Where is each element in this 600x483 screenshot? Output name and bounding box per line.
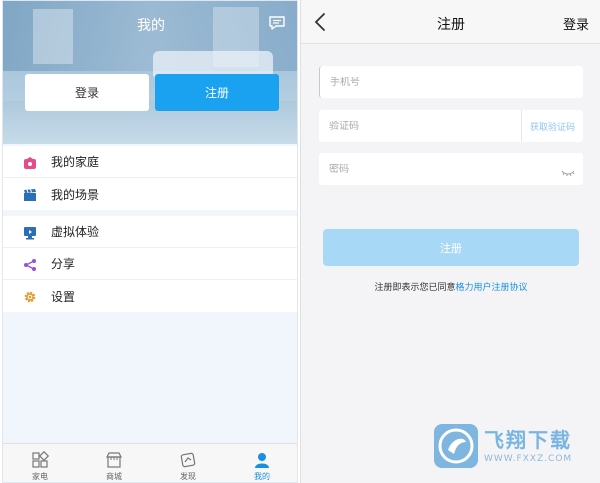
page-title: 我的: [137, 18, 165, 34]
tab-mine[interactable]: 我的: [225, 444, 297, 482]
screenshot-root: 我的 登录 注册 我的家庭 我的场景 虚拟体验 分享 设置 家电 商城 发现 我…: [0, 0, 600, 483]
user-agreement-link[interactable]: 格力用户注册协议: [456, 283, 528, 293]
page-title: 注册: [437, 17, 465, 33]
menu-item-label: 分享: [51, 257, 76, 271]
register-button[interactable]: 注册: [155, 74, 279, 111]
watermark-name: 飞翔下载: [484, 428, 572, 452]
store-icon: [106, 452, 122, 468]
phone-input[interactable]: [330, 76, 520, 88]
tab-label: 家电: [32, 472, 48, 481]
menu-item-label: 虚拟体验: [51, 225, 100, 239]
get-code-button[interactable]: 获取验证码: [521, 110, 583, 142]
tab-label: 商城: [106, 472, 122, 481]
virtual-icon: [23, 225, 37, 239]
tab-store[interactable]: 商城: [77, 444, 151, 482]
register-page-panel: 注册 登录 获取验证码 注册 注册即表示您已同意格力用户注册协议: [300, 0, 600, 483]
menu-group-home: 我的家庭 我的场景: [3, 146, 297, 210]
my-page-panel: 我的 登录 注册 我的家庭 我的场景 虚拟体验 分享 设置 家电 商城 发现 我…: [2, 0, 298, 483]
watermark-url: WWW.FXXZ.COM: [484, 454, 573, 464]
tab-label: 发现: [180, 472, 196, 481]
header-banner: 我的 登录 注册: [3, 1, 297, 144]
clapper-icon: [23, 187, 37, 201]
share-icon: [23, 257, 37, 271]
agreement-text: 注册即表示您已同意格力用户注册协议: [301, 280, 600, 293]
discover-icon: [180, 452, 196, 468]
tab-label: 我的: [254, 472, 270, 481]
verification-code-field: 获取验证码: [319, 110, 583, 142]
eye-closed-icon[interactable]: [561, 163, 575, 177]
tab-discover[interactable]: 发现: [151, 444, 225, 482]
message-icon[interactable]: [268, 15, 286, 31]
login-button[interactable]: 登录: [25, 74, 149, 111]
nav-bar: 注册 登录: [301, 0, 600, 44]
menu-item-my-family[interactable]: 我的家庭: [3, 146, 297, 178]
phone-field: [319, 66, 583, 98]
menu-item-settings[interactable]: 设置: [3, 280, 297, 312]
tab-appliance[interactable]: 家电: [3, 444, 77, 482]
menu-list: 我的家庭 我的场景 虚拟体验 分享 设置: [3, 146, 297, 312]
watermark-icon: [434, 424, 478, 468]
verification-code-input[interactable]: [329, 120, 519, 132]
password-field: [319, 153, 583, 185]
gear-icon: [23, 289, 37, 303]
menu-item-label: 设置: [51, 289, 76, 304]
submit-register-button[interactable]: 注册: [323, 229, 579, 266]
user-icon: [255, 453, 269, 468]
agreement-prefix: 注册即表示您已同意: [374, 283, 456, 293]
nav-login-link[interactable]: 登录: [563, 14, 589, 33]
watermark-logo: 飞翔下载 WWW.FXXZ.COM: [434, 424, 590, 472]
menu-item-share[interactable]: 分享: [3, 248, 297, 280]
menu-item-virtual-experience[interactable]: 虚拟体验: [3, 216, 297, 248]
appliance-icon: [32, 451, 49, 468]
home-icon: [23, 155, 37, 169]
bottom-tab-bar: 家电 商城 发现 我的: [3, 443, 297, 482]
password-input[interactable]: [329, 163, 519, 175]
menu-item-label: 我的家庭: [51, 155, 100, 169]
menu-group-other: 虚拟体验 分享 设置: [3, 216, 297, 312]
menu-item-my-scene[interactable]: 我的场景: [3, 178, 297, 210]
menu-item-label: 我的场景: [51, 187, 100, 202]
